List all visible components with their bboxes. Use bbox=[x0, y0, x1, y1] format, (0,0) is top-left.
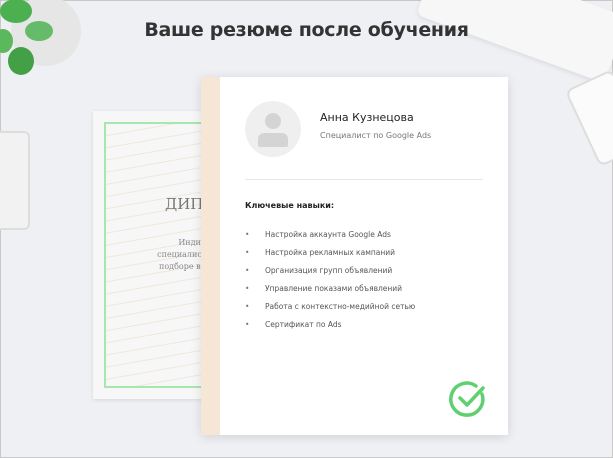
phone-decoration bbox=[564, 68, 613, 168]
list-item: • Сертификат по Ads bbox=[245, 320, 415, 338]
check-circle-icon bbox=[449, 381, 485, 417]
skills-list: • Настройка аккаунта Google Ads • Настройк… bbox=[245, 230, 415, 338]
user-icon bbox=[265, 113, 281, 129]
skill-label: Управление показами объявлений bbox=[265, 284, 403, 293]
bullet: • bbox=[245, 302, 250, 311]
skill-label: Настройка рекламных кампаний bbox=[265, 248, 395, 257]
page-title: Ваше резюме после обучения bbox=[144, 19, 469, 41]
list-item: • Организация групп объявлений bbox=[245, 266, 415, 284]
card-stripe bbox=[201, 77, 220, 435]
resume-card: Анна Кузнецова Специалист по Google Ads … bbox=[201, 77, 508, 435]
skill-label: Работа с контекстно-медийной сетью bbox=[265, 302, 416, 311]
list-item: • Настройка рекламных кампаний bbox=[245, 248, 415, 266]
skill-label: Сертификат по Ads bbox=[265, 320, 342, 329]
list-item: • Настройка аккаунта Google Ads bbox=[245, 230, 415, 248]
bullet: • bbox=[245, 248, 250, 257]
skill-label: Настройка аккаунта Google Ads bbox=[265, 230, 391, 239]
resume-role: Специалист по Google Ads bbox=[320, 131, 432, 140]
skill-label: Организация групп объявлений bbox=[265, 266, 393, 275]
bullet: • bbox=[245, 320, 250, 329]
bullet: • bbox=[245, 284, 250, 293]
laptop-decoration bbox=[416, 0, 613, 84]
diploma-title: ДИП bbox=[165, 195, 204, 213]
resume-name: Анна Кузнецова bbox=[320, 111, 414, 124]
avatar bbox=[245, 101, 301, 157]
bullet: • bbox=[245, 230, 250, 239]
bullet: • bbox=[245, 266, 250, 275]
tablet-decoration bbox=[0, 131, 30, 230]
plant-decoration bbox=[0, 0, 81, 75]
skills-heading: Ключевые навыки: bbox=[245, 201, 335, 210]
list-item: • Управление показами объявлений bbox=[245, 284, 415, 302]
divider bbox=[245, 179, 483, 180]
user-icon-body bbox=[258, 133, 288, 147]
list-item: • Работа с контекстно-медийной сетью bbox=[245, 302, 415, 320]
